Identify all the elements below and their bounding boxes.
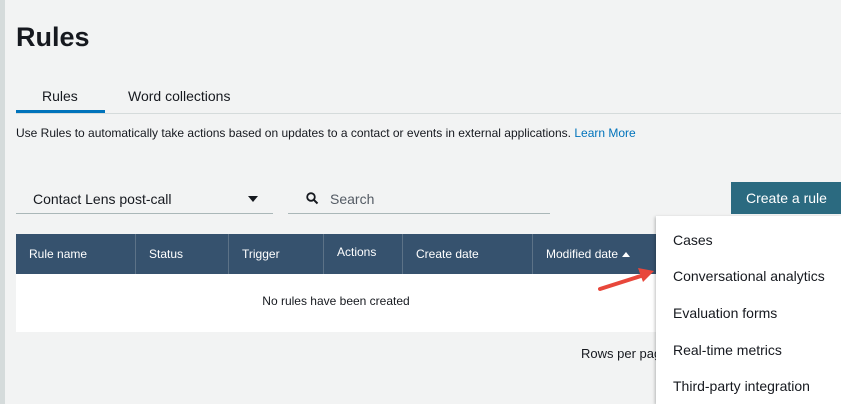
table-empty-message: No rules have been created xyxy=(262,294,410,308)
left-border xyxy=(0,0,5,404)
tab-word-collections[interactable]: Word collections xyxy=(128,88,230,104)
page-description: Use Rules to automatically take actions … xyxy=(16,126,636,140)
column-header-rule-name[interactable]: Rule name xyxy=(16,234,136,274)
modified-date-label: Modified date xyxy=(546,247,619,261)
rule-type-select[interactable]: Contact Lens post-call xyxy=(16,183,273,214)
sort-ascending-icon xyxy=(622,252,631,257)
search-icon xyxy=(306,192,319,205)
menu-item-conversational-analytics[interactable]: Conversational analytics xyxy=(673,268,825,284)
page-title: Rules xyxy=(16,22,90,52)
menu-item-real-time-metrics[interactable]: Real-time metrics xyxy=(673,342,782,358)
annotation-arrow-icon xyxy=(598,268,654,291)
search-input[interactable] xyxy=(330,188,540,210)
rule-type-selected-value: Contact Lens post-call xyxy=(33,191,172,207)
search-field[interactable] xyxy=(288,183,550,214)
tab-rules[interactable]: Rules xyxy=(42,88,78,104)
rules-table: Rule name Status Trigger Actions Create … xyxy=(16,234,656,332)
caret-down-icon xyxy=(248,196,258,202)
column-header-status[interactable]: Status xyxy=(136,234,229,274)
menu-item-third-party-integration[interactable]: Third-party integration xyxy=(673,378,810,394)
create-rule-menu: Cases Conversational analytics Evaluatio… xyxy=(656,216,841,404)
column-header-actions[interactable]: Actions xyxy=(324,234,403,274)
create-rule-button[interactable]: Create a rule xyxy=(731,182,841,214)
column-header-create-date[interactable]: Create date xyxy=(403,234,533,274)
table-header: Rule name Status Trigger Actions Create … xyxy=(16,234,656,274)
column-header-trigger[interactable]: Trigger xyxy=(229,234,324,274)
tabs-divider xyxy=(16,113,841,114)
rows-per-page-label: Rows per page xyxy=(581,346,656,361)
description-text: Use Rules to automatically take actions … xyxy=(16,126,571,140)
menu-item-evaluation-forms[interactable]: Evaluation forms xyxy=(673,305,777,321)
learn-more-link[interactable]: Learn More xyxy=(574,126,635,140)
menu-item-cases[interactable]: Cases xyxy=(673,232,713,248)
